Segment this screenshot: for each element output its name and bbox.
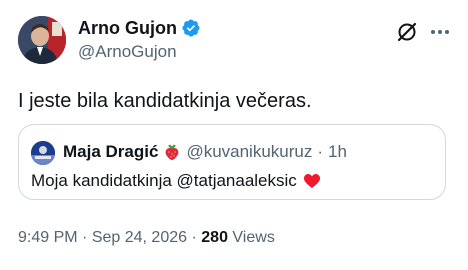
quoted-author-avatar[interactable] [31,141,55,165]
author-handle[interactable]: @ArnoGujon [78,42,177,62]
views-count: 280 [201,229,228,246]
verified-badge-icon[interactable] [181,18,201,38]
author-photo [18,16,66,64]
separator-dot: · [82,229,88,246]
author-name[interactable]: Arno Gujon [78,17,177,39]
quoted-header: Maja Dragić @kuvanikukuruz · 1h [63,141,347,163]
views-label: Views [232,229,275,246]
tweet-text: I jeste bila kandidatkinja večeras. [18,90,312,112]
quoted-tweet-text: Moja kandidatkinja @tatjanaaleksic [31,171,297,190]
author-avatar[interactable] [18,16,66,64]
tweet-meta: 9:49 PM · Sep 24, 2026 · 280 Views [18,228,275,248]
separator-dot: · [317,142,324,161]
red-heart-icon [303,173,321,189]
tweet-time[interactable]: 9:49 PM [18,229,78,246]
quoted-timestamp[interactable]: 1h [328,141,347,163]
quoted-text-row: Moja kandidatkinja @tatjanaaleksic [31,170,321,192]
more-options-icon[interactable] [428,22,452,42]
quoted-author-handle[interactable]: @kuvanikukuruz [186,141,312,163]
author-name-row: Arno Gujon [78,17,201,39]
quoted-author-photo [31,141,55,165]
quoted-tweet[interactable]: Maja Dragić @kuvanikukuruz · 1h Moja kan… [18,124,446,200]
grok-icon[interactable] [396,21,418,43]
strawberry-icon [164,143,180,161]
tweet-date[interactable]: Sep 24, 2026 [92,229,187,246]
tweet-card: Arno Gujon @ArnoGujon I jeste bila kandi… [0,0,468,270]
separator-dot: · [191,229,197,246]
quoted-author-name[interactable]: Maja Dragić [63,141,158,163]
